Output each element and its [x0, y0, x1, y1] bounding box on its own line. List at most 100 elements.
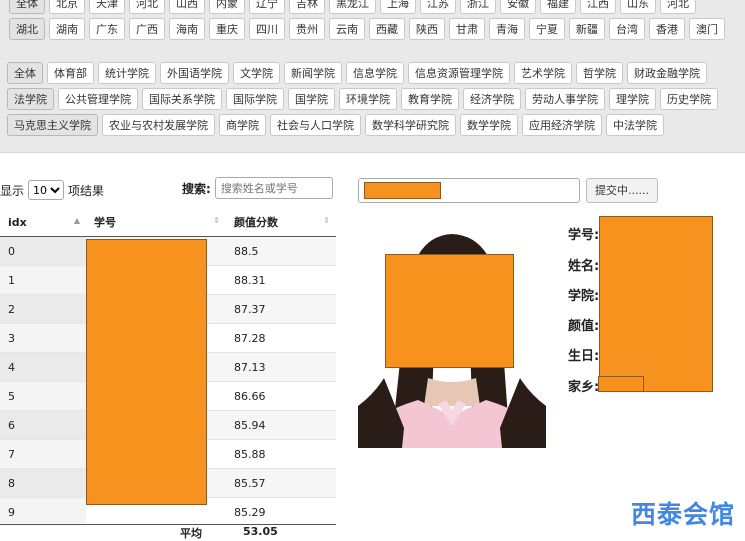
college-filter-button[interactable]: 法学院: [7, 88, 54, 110]
college-filter-button[interactable]: 社会与人口学院: [270, 114, 361, 136]
region-filter-button[interactable]: 黑龙江: [329, 0, 376, 14]
sort-icon: ⇕: [213, 216, 220, 225]
score-cell: 85.94: [226, 410, 336, 440]
score-cell: 87.28: [226, 323, 336, 353]
table-search: 搜索:: [182, 177, 333, 199]
page-length-select[interactable]: 10: [28, 180, 65, 200]
face-redaction: [385, 254, 514, 368]
score-cell: 86.66: [226, 381, 336, 411]
college-filter-button[interactable]: 应用经济学院: [522, 114, 602, 136]
college-filter-button[interactable]: 马克思主义学院: [7, 114, 98, 136]
region-filter-button[interactable]: 安徽: [500, 0, 536, 14]
region-filter-button[interactable]: 上海: [380, 0, 416, 14]
college-filter-button[interactable]: 农业与农村发展学院: [102, 114, 215, 136]
college-filter-button[interactable]: 信息学院: [346, 62, 404, 84]
region-filter-button[interactable]: 内蒙: [209, 0, 245, 14]
region-filter-button[interactable]: 西藏: [369, 18, 405, 40]
college-filter-button[interactable]: 信息资源管理学院: [408, 62, 510, 84]
region-filter-button[interactable]: 山东: [620, 0, 656, 14]
college-filter-button[interactable]: 劳动人事学院: [525, 88, 605, 110]
idx-cell: 0: [0, 236, 86, 266]
region-filter-button[interactable]: 北京: [49, 0, 85, 14]
college-filter-button[interactable]: 理学院: [609, 88, 656, 110]
region-filter-button[interactable]: 云南: [329, 18, 365, 40]
college-filter-button[interactable]: 经济学院: [463, 88, 521, 110]
college-filter-button[interactable]: 历史学院: [660, 88, 718, 110]
column-header-score-label: 颜值分数: [234, 216, 278, 229]
college-filter-button[interactable]: 艺术学院: [514, 62, 572, 84]
region-filter-button[interactable]: 台湾: [609, 18, 645, 40]
column-header-score[interactable]: 颜值分数 ⇕: [226, 208, 336, 237]
region-filter-button[interactable]: 江苏: [420, 0, 456, 14]
college-filter-button[interactable]: 哲学院: [576, 62, 623, 84]
search-input[interactable]: [214, 177, 333, 199]
profile-details-redaction: [599, 216, 713, 392]
region-filter-button[interactable]: 江西: [580, 0, 616, 14]
region-filter-button[interactable]: 吉林: [289, 0, 325, 14]
region-filter-button[interactable]: 福建: [540, 0, 576, 14]
region-filter-row-1: 全体 北京 天津 河北 山西 内蒙 辽宁 吉林 黑龙江 上海 江苏 浙江 安徽 福建 江西 山东 河北: [9, 0, 696, 14]
region-filter-button[interactable]: 辽宁: [249, 0, 285, 14]
college-filter-button[interactable]: 商学院: [219, 114, 266, 136]
score-cell: 88.31: [226, 265, 336, 295]
college-filter-row-2: 法学院 公共管理学院 国际关系学院 国际学院 国学院 环境学院 教育学院 经济学院 劳动人事学院…: [7, 88, 718, 110]
score-cell: 88.5: [226, 236, 336, 266]
region-filter-button[interactable]: 天津: [89, 0, 125, 14]
college-filter-button[interactable]: 公共管理学院: [58, 88, 138, 110]
region-filter-button[interactable]: 陕西: [409, 18, 445, 40]
region-filter-button[interactable]: 广东: [89, 18, 125, 40]
college-filter-button[interactable]: 环境学院: [339, 88, 397, 110]
region-filter-button[interactable]: 新疆: [569, 18, 605, 40]
college-filter-button[interactable]: 中法学院: [606, 114, 664, 136]
college-filter-button[interactable]: 体育部: [47, 62, 94, 84]
college-filter-button[interactable]: 文学院: [233, 62, 280, 84]
college-filter-button[interactable]: 数学学院: [460, 114, 518, 136]
region-filter-button[interactable]: 河北: [660, 0, 696, 14]
show-label: 显示: [0, 183, 25, 198]
region-filter-button[interactable]: 重庆: [209, 18, 245, 40]
column-header-student-id[interactable]: 学号 ⇕: [86, 208, 226, 237]
region-filter-button[interactable]: 四川: [249, 18, 285, 40]
region-filter-button[interactable]: 贵州: [289, 18, 325, 40]
hometown-redaction: [598, 376, 644, 392]
college-filter-button[interactable]: 统计学院: [98, 62, 156, 84]
watermark-logo: 西泰会馆: [630, 500, 735, 529]
student-id-redaction: [86, 239, 207, 505]
region-filter-button[interactable]: 浙江: [460, 0, 496, 14]
score-cell: 87.13: [226, 352, 336, 382]
region-filter-button[interactable]: 青海: [489, 18, 525, 40]
college-filter-button[interactable]: 外国语学院: [160, 62, 229, 84]
submission-input[interactable]: [358, 178, 580, 203]
filter-panel: 全体 北京 天津 河北 山西 内蒙 辽宁 吉林 黑龙江 上海 江苏 浙江 安徽 福建 江西 山东 河北 湖北 湖南…: [0, 0, 745, 153]
submit-button[interactable]: 提交中......: [586, 178, 658, 203]
idx-cell: 4: [0, 352, 86, 382]
college-filter-button[interactable]: 国学院: [288, 88, 335, 110]
college-filter-button[interactable]: 国际关系学院: [142, 88, 222, 110]
profile-label-student-id: 学号:: [568, 228, 600, 243]
region-filter-button[interactable]: 全体: [9, 0, 45, 14]
college-filter-button[interactable]: 数学科学研究院: [365, 114, 456, 136]
college-filter-button[interactable]: 新闻学院: [284, 62, 342, 84]
region-filter-button[interactable]: 湖北: [9, 18, 45, 40]
column-header-idx[interactable]: idx ▲: [0, 208, 86, 237]
region-filter-button[interactable]: 香港: [649, 18, 685, 40]
college-filter-button[interactable]: 财政金融学院: [627, 62, 707, 84]
region-filter-button[interactable]: 湖南: [49, 18, 85, 40]
region-filter-button[interactable]: 甘肃: [449, 18, 485, 40]
idx-cell: 7: [0, 439, 86, 469]
score-cell: 85.57: [226, 468, 336, 498]
college-filter-button[interactable]: 国际学院: [226, 88, 284, 110]
region-filter-button[interactable]: 广西: [129, 18, 165, 40]
region-filter-button[interactable]: 河北: [129, 0, 165, 14]
college-filter-button[interactable]: 教育学院: [401, 88, 459, 110]
idx-cell: 8: [0, 468, 86, 498]
profile-label-college: 学院:: [568, 289, 600, 304]
region-filter-button[interactable]: 宁夏: [529, 18, 565, 40]
college-filter-button[interactable]: 全体: [7, 62, 43, 84]
profile-label-score: 颜值:: [568, 319, 600, 334]
region-filter-button[interactable]: 澳门: [689, 18, 725, 40]
region-filter-button[interactable]: 山西: [169, 0, 205, 14]
college-filter-row-3: 马克思主义学院 农业与农村发展学院 商学院 社会与人口学院 数学科学研究院 数学学院 应用经…: [7, 114, 664, 136]
college-filter-row-1: 全体 体育部 统计学院 外国语学院 文学院 新闻学院 信息学院 信息资源管理学院 艺术学院 哲学院…: [7, 62, 707, 84]
region-filter-button[interactable]: 海南: [169, 18, 205, 40]
